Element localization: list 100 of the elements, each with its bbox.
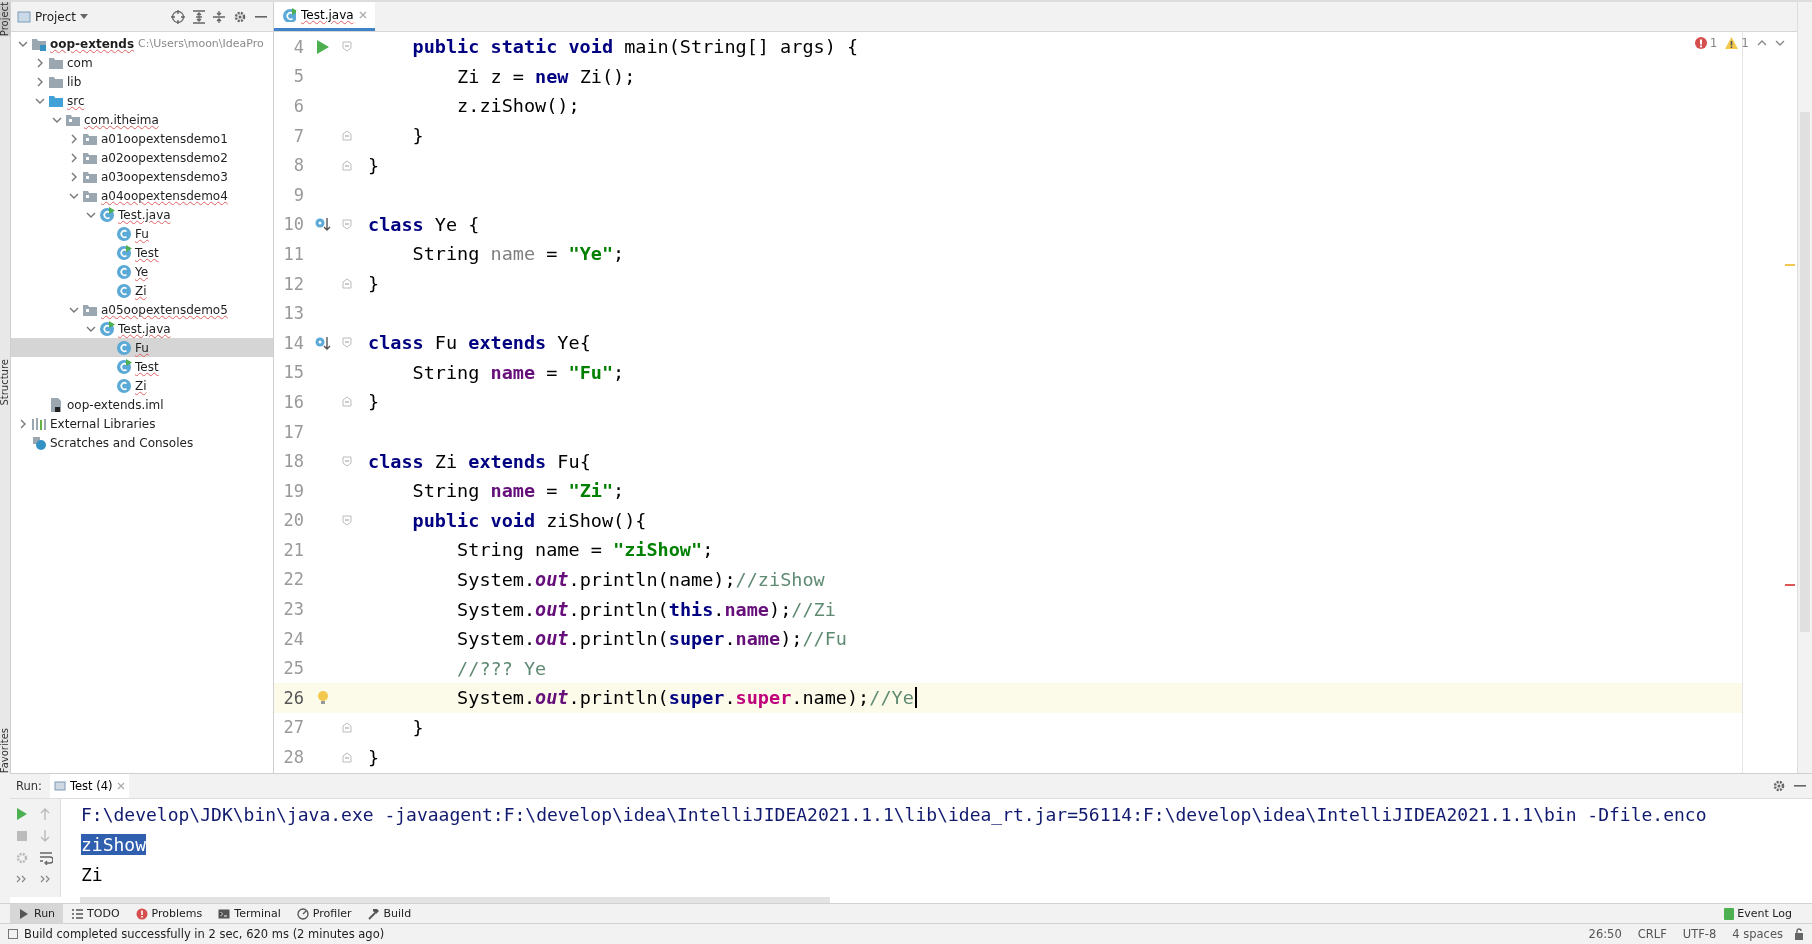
line-number: 21 (282, 539, 304, 560)
line-number: 28 (282, 747, 304, 768)
tool-window-tab[interactable]: TODO (63, 904, 128, 924)
error-icon (135, 907, 148, 920)
collapse-all-icon[interactable] (213, 9, 225, 24)
tree-item[interactable]: Test.java (11, 319, 273, 338)
line-number: 12 (282, 273, 304, 294)
tree-item[interactable]: oop-extends.iml (11, 395, 273, 414)
class-icon (282, 8, 296, 22)
scrollbar[interactable] (80, 897, 830, 904)
status-item[interactable]: 4 spaces (1727, 927, 1788, 942)
tool-window-tab[interactable]: Terminal (210, 904, 289, 924)
code-line: System.out.println(super.super.name);//Ye (360, 687, 917, 709)
tree-item-label: Fu (135, 340, 149, 355)
line-number: 6 (292, 96, 304, 116)
error-marker[interactable] (1785, 584, 1795, 586)
tree-item[interactable]: com.itheima (11, 110, 273, 129)
tree-item-label: Test.java (118, 321, 171, 336)
tree-item[interactable]: a03oopextensdemo3 (11, 167, 273, 186)
tree-item[interactable]: Zi (11, 376, 273, 395)
code-line: String name = "Zi"; (411, 480, 625, 502)
tree-item[interactable]: a05oopextensdemo5 (11, 300, 273, 319)
tree-item[interactable]: Fu (11, 224, 273, 243)
next-icon[interactable] (1775, 39, 1785, 47)
tree-item-label: External Libraries (50, 416, 156, 431)
terminal-icon (218, 907, 231, 920)
tree-item[interactable]: a02oopextensdemo2 (11, 148, 273, 167)
previous-icon[interactable] (1757, 39, 1767, 47)
locate-icon[interactable] (171, 9, 185, 24)
tree-item[interactable]: Scratches and Consoles (11, 433, 273, 452)
console-line: Zi (81, 864, 103, 885)
tree-item-label: Test.java (118, 207, 171, 222)
project-path: C:\Users\moon\IdeaPro (138, 37, 264, 50)
settings-icon[interactable] (1772, 779, 1786, 794)
close-icon[interactable] (116, 782, 125, 791)
tree-item[interactable]: Ye (11, 262, 273, 281)
tree-item[interactable]: src (11, 91, 273, 110)
status-item[interactable]: 26:50 (1583, 927, 1627, 942)
tree-item[interactable]: Zi (11, 281, 273, 300)
run-icon[interactable] (316, 38, 330, 55)
tree-item[interactable]: oop-extends C:\Users\moon\IdeaPro (11, 34, 273, 53)
line-number: 17 (282, 421, 304, 442)
tool-window-tab[interactable]: Problems (127, 904, 211, 924)
code-line: System.out.println(name);//ziShow (456, 569, 825, 590)
line-number: 14 (282, 332, 304, 353)
class-icon (116, 358, 132, 375)
status-message: Build completed successfully in 2 sec, 620 ms (2 minutes ago) (24, 927, 385, 942)
code-line: } (411, 716, 424, 738)
soft-wrap-icon[interactable] (39, 851, 53, 866)
tree-item[interactable]: a01oopextensdemo1 (11, 129, 273, 148)
override-icon[interactable] (315, 334, 331, 351)
scratches-icon (31, 434, 47, 451)
tree-item[interactable]: Fu (11, 338, 273, 357)
line-number: 13 (282, 303, 304, 324)
tool-window-tab[interactable]: Profiler (288, 904, 360, 924)
tree-item[interactable]: Test (11, 243, 273, 262)
status-item[interactable]: CRLF (1632, 927, 1672, 942)
lock-icon[interactable] (1794, 928, 1804, 941)
tree-item-label: Test (135, 359, 159, 374)
warning-count[interactable]: 1 (1725, 36, 1749, 50)
status-item[interactable]: UTF-8 (1677, 927, 1722, 942)
lightbulb-icon[interactable] (317, 689, 329, 706)
warning-marker[interactable] (1785, 264, 1795, 266)
code-line: } (411, 125, 424, 147)
tree-item-label: a03oopextensdemo3 (101, 169, 228, 184)
panel-icon (17, 10, 31, 23)
tree-item-label: Fu (135, 226, 149, 241)
run-icon (18, 907, 30, 920)
code-line: String name = "Ye"; (411, 243, 625, 265)
override-icon[interactable] (315, 216, 331, 233)
code-line: } (367, 154, 380, 176)
settings-icon[interactable] (233, 9, 247, 24)
tree-item[interactable]: lib (11, 72, 273, 91)
error-icon (1694, 37, 1707, 49)
close-icon[interactable] (358, 11, 367, 19)
tree-item[interactable]: Test.java (11, 205, 273, 224)
line-number: 9 (292, 184, 304, 205)
code-line: //??? Ye (456, 657, 547, 679)
tree-item[interactable]: a04oopextensdemo4 (11, 186, 273, 205)
panel-toggle-icon[interactable] (8, 929, 18, 940)
tree-item[interactable]: External Libraries (11, 414, 273, 433)
class-icon (99, 320, 115, 337)
code-line: String name = "ziShow"; (456, 539, 714, 561)
expand-all-icon[interactable] (193, 9, 205, 24)
console-tab[interactable]: Test (4) (49, 774, 129, 799)
line-number: 19 (282, 480, 304, 501)
tree-item-label: a05oopextensdemo5 (101, 302, 228, 317)
tree-item[interactable]: Test (11, 357, 273, 376)
project-view-dropdown[interactable]: Project (17, 9, 89, 24)
line-number: 8 (292, 155, 304, 176)
event-log-tab[interactable]: Event Log (1716, 904, 1800, 924)
line-number: 20 (282, 510, 304, 531)
line-number: 4 (292, 36, 304, 57)
list-icon (71, 907, 84, 920)
tree-item[interactable]: com (11, 53, 273, 72)
error-count[interactable]: 1 (1694, 36, 1718, 50)
run-icon[interactable] (15, 807, 29, 822)
tool-window-tab[interactable]: Run (10, 904, 64, 924)
tool-window-tab[interactable]: Build (359, 904, 420, 924)
editor-tab[interactable]: Test.java (274, 2, 375, 31)
